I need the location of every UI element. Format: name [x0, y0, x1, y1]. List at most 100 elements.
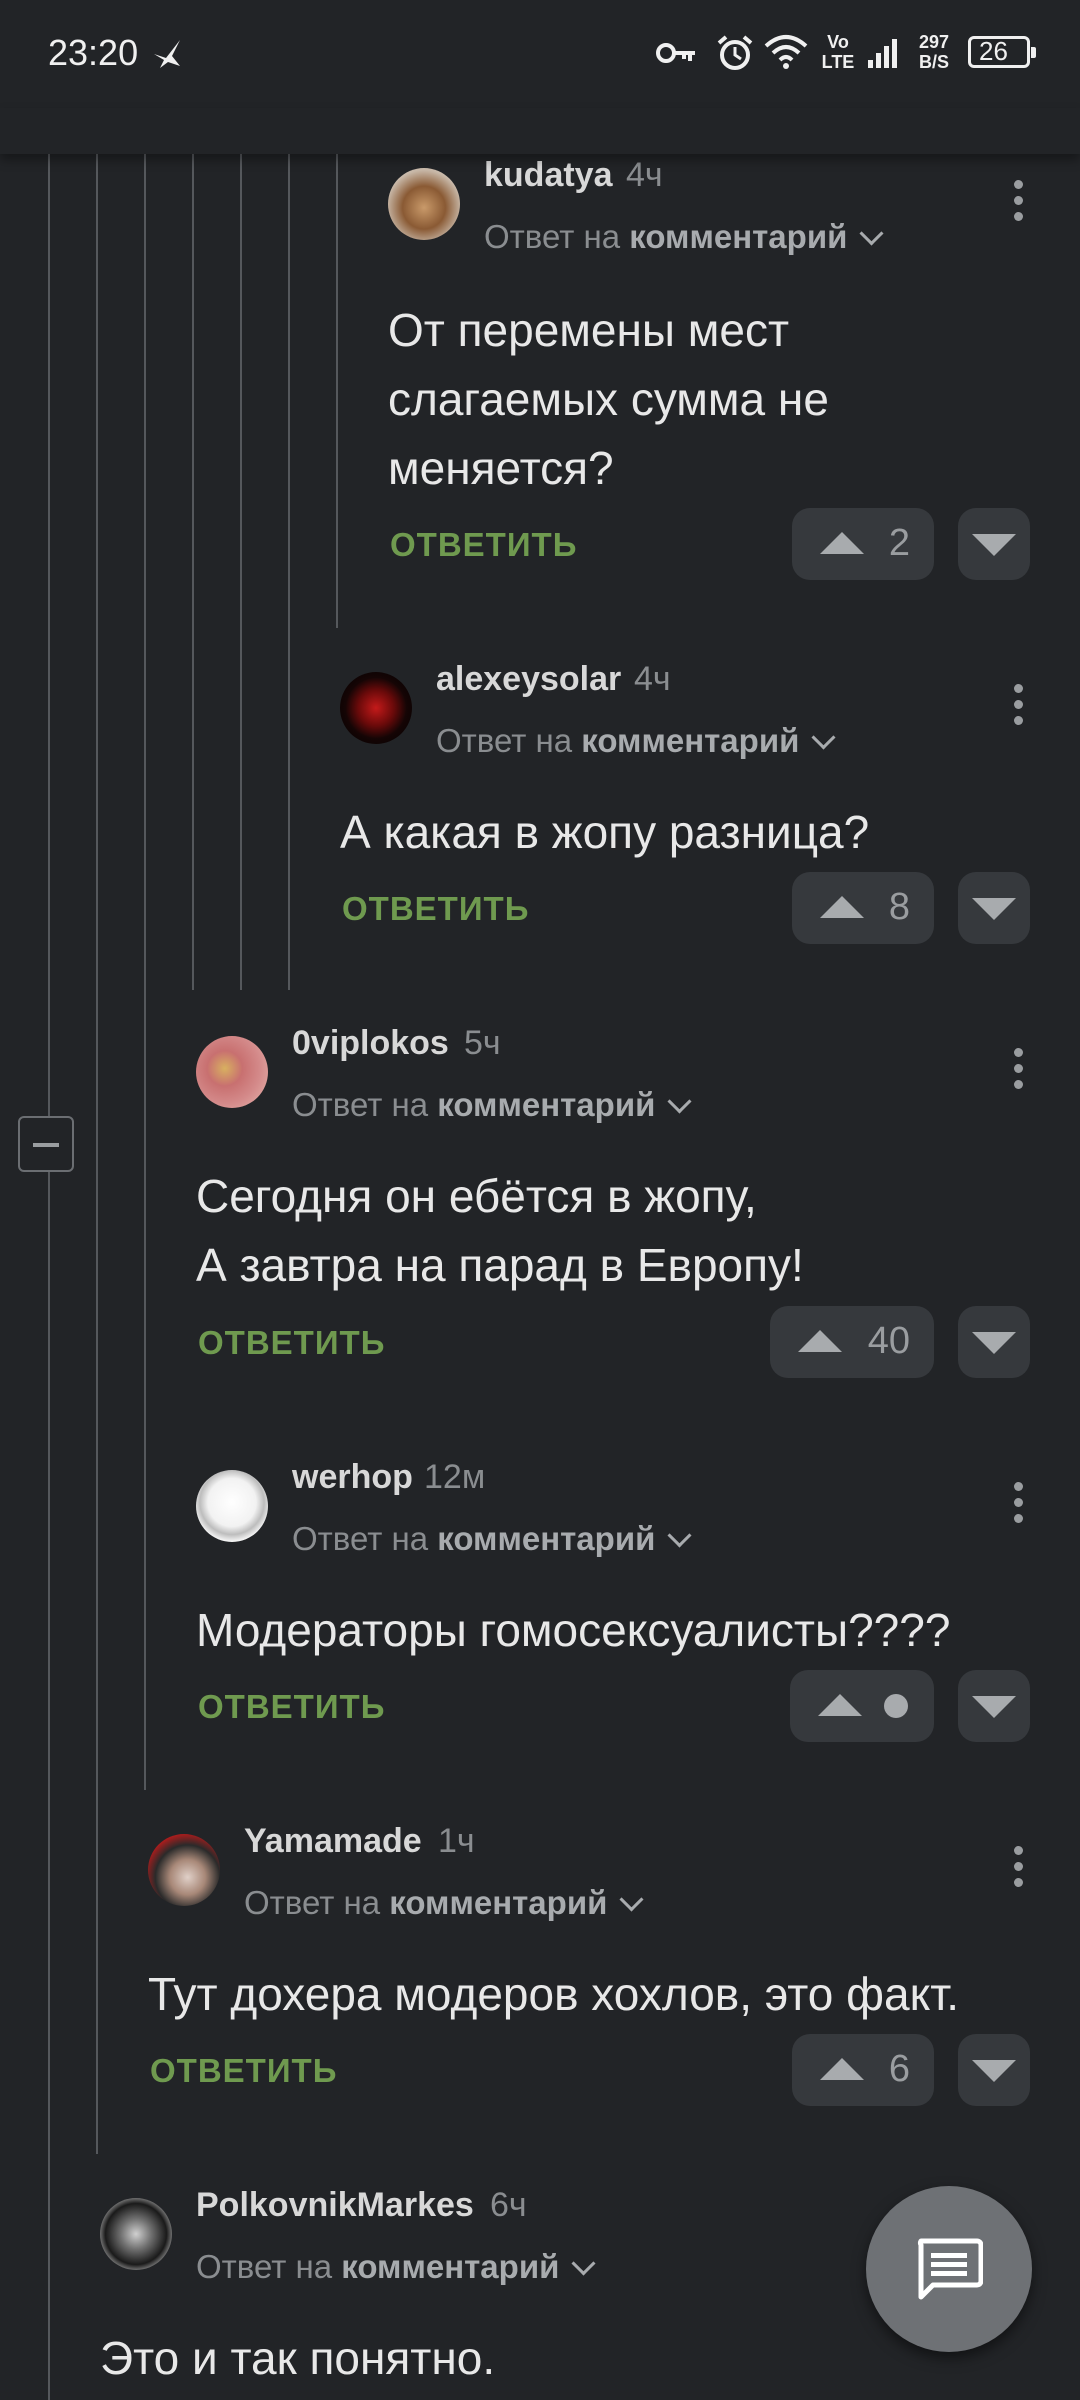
- thread-line: [144, 154, 146, 1790]
- avatar[interactable]: [196, 1036, 268, 1108]
- comment-time: 1ч: [438, 1822, 475, 1860]
- comment-author[interactable]: 0viplokos: [292, 1024, 449, 1063]
- arrow-up-icon: [798, 1330, 842, 1352]
- reply-button[interactable]: ОТВЕТИТЬ: [390, 526, 577, 564]
- net-speed: 297 B/S: [912, 32, 956, 72]
- reply-button[interactable]: ОТВЕТИТЬ: [198, 1688, 385, 1726]
- avatar[interactable]: [340, 672, 412, 744]
- comment-author[interactable]: werhop: [292, 1458, 413, 1497]
- comment-time: 4ч: [634, 660, 671, 698]
- vote-count: 2: [888, 522, 910, 564]
- more-options-icon[interactable]: [1014, 684, 1024, 728]
- reply-to[interactable]: Ответ на комментарий: [436, 722, 836, 760]
- upvote-button[interactable]: 6: [792, 2034, 934, 2106]
- signal-icon: [868, 39, 897, 68]
- avatar[interactable]: [388, 168, 460, 240]
- reply-to-link[interactable]: комментарий: [341, 2248, 559, 2285]
- downvote-button[interactable]: [958, 508, 1030, 580]
- top-app-bar: [0, 108, 1080, 154]
- volte-bottom-label: LTE: [821, 52, 855, 72]
- upvote-button[interactable]: 40: [770, 1306, 934, 1378]
- reply-to[interactable]: Ответ на комментарий: [484, 218, 884, 256]
- reply-to[interactable]: Ответ на комментарий: [292, 1086, 692, 1124]
- volte-top-label: Vo: [827, 32, 849, 52]
- upvote-button[interactable]: 8: [792, 872, 934, 944]
- chevron-down-icon: [667, 1089, 692, 1114]
- comment-text: Модераторы гомосексуалисты????: [196, 1604, 951, 1656]
- alarm-icon: [717, 35, 753, 70]
- downvote-button[interactable]: [958, 2034, 1030, 2106]
- comment-time: 12м: [424, 1458, 486, 1496]
- chevron-down-icon: [667, 1523, 692, 1548]
- comment-icon: [917, 2238, 983, 2300]
- write-comment-button[interactable]: [866, 2186, 1032, 2352]
- reply-to[interactable]: Ответ на комментарий: [196, 2248, 596, 2286]
- collapse-thread-button[interactable]: [18, 1116, 74, 1172]
- thread-line: [336, 154, 338, 628]
- more-options-icon[interactable]: [1014, 1048, 1024, 1092]
- reply-to-link[interactable]: комментарий: [437, 1520, 655, 1557]
- thread-line: [192, 154, 194, 990]
- thread-line: [48, 154, 50, 2400]
- chevron-down-icon: [811, 725, 836, 750]
- more-options-icon[interactable]: [1014, 1846, 1024, 1890]
- reply-to-link[interactable]: комментарий: [581, 722, 799, 759]
- comment-text: А какая в жопу разница?: [340, 806, 870, 858]
- arrow-up-icon: [820, 896, 864, 918]
- comment-text: Сегодня он ебётся в жопу, А завтра на па…: [196, 1170, 804, 1291]
- reply-to-link[interactable]: комментарий: [437, 1086, 655, 1123]
- reply-to[interactable]: Ответ на комментарий: [292, 1520, 692, 1558]
- comment-time: 6ч: [490, 2186, 527, 2224]
- reply-to[interactable]: Ответ на комментарий: [244, 1884, 644, 1922]
- reply-button[interactable]: ОТВЕТИТЬ: [198, 1324, 385, 1362]
- avatar[interactable]: [100, 2198, 172, 2270]
- vote-count: 6: [888, 2048, 910, 2090]
- comment-author[interactable]: kudatya: [484, 156, 613, 195]
- avatar[interactable]: [196, 1470, 268, 1542]
- comment-text: От перемены мест слагаемых сумма не меня…: [388, 304, 829, 494]
- net-speed-unit: B/S: [918, 52, 949, 72]
- arrow-up-icon: [820, 532, 864, 554]
- battery-level: 26: [979, 36, 1008, 66]
- volte-icon: Vo LTE: [820, 32, 856, 72]
- arrow-down-icon: [972, 1332, 1016, 1354]
- vote-count: 40: [867, 1320, 910, 1362]
- vote-dot: [884, 1694, 908, 1718]
- chevron-down-icon: [571, 2251, 596, 2276]
- arrow-down-icon: [972, 2060, 1016, 2082]
- reply-to-prefix: Ответ на: [292, 1086, 429, 1123]
- reply-to-link[interactable]: комментарий: [389, 1884, 607, 1921]
- comment-text: Тут дохера модеров хохлов, это факт.: [148, 1968, 959, 2020]
- reply-to-link[interactable]: комментарий: [629, 218, 847, 255]
- bird-notification-icon: [154, 40, 180, 68]
- comment-time: 5ч: [464, 1024, 501, 1062]
- downvote-button[interactable]: [958, 1670, 1030, 1742]
- reply-button[interactable]: ОТВЕТИТЬ: [150, 2052, 337, 2090]
- chevron-down-icon: [619, 1887, 644, 1912]
- reply-to-prefix: Ответ на: [196, 2248, 333, 2285]
- avatar[interactable]: [148, 1834, 220, 1906]
- comment-author[interactable]: PolkovnikMarkes: [196, 2186, 474, 2225]
- wifi-icon: [764, 35, 808, 69]
- arrow-up-icon: [818, 1694, 862, 1716]
- upvote-button[interactable]: [790, 1670, 934, 1742]
- status-bar: 23:20 Vo LTE 297 B/S 26: [0, 0, 1080, 108]
- upvote-button[interactable]: 2: [792, 508, 934, 580]
- vpn-key-icon: [656, 43, 695, 63]
- thread-line: [96, 154, 98, 2154]
- chevron-down-icon: [859, 221, 884, 246]
- net-speed-value: 297: [918, 32, 950, 52]
- reply-to-prefix: Ответ на: [244, 1884, 381, 1921]
- more-options-icon[interactable]: [1014, 1482, 1024, 1526]
- reply-button[interactable]: ОТВЕТИТЬ: [342, 890, 529, 928]
- reply-to-prefix: Ответ на: [436, 722, 573, 759]
- comment-author[interactable]: alexeysolar: [436, 660, 621, 699]
- downvote-button[interactable]: [958, 1306, 1030, 1378]
- downvote-button[interactable]: [958, 872, 1030, 944]
- arrow-down-icon: [972, 534, 1016, 556]
- more-options-icon[interactable]: [1014, 180, 1024, 224]
- arrow-down-icon: [972, 898, 1016, 920]
- battery-icon: 26: [968, 36, 1036, 68]
- comment-time: 4ч: [626, 156, 663, 194]
- comment-author[interactable]: Yamamade: [244, 1822, 422, 1861]
